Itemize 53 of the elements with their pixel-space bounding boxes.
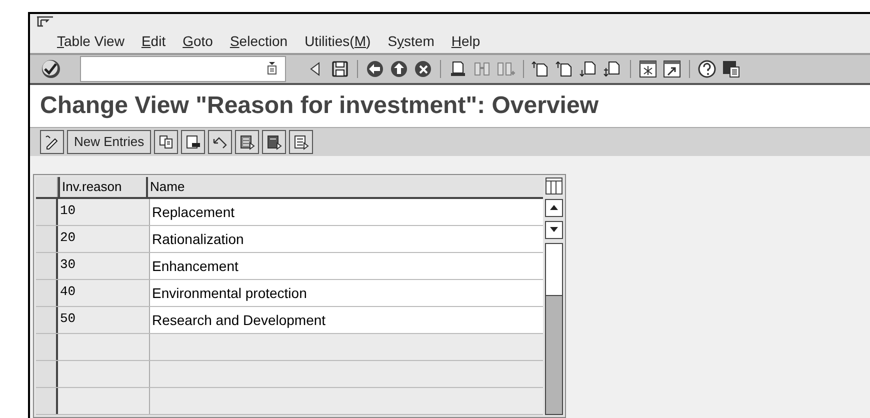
new-entries-button[interactable]: New Entries	[67, 130, 152, 154]
column-header[interactable]: Inv.reason	[58, 176, 148, 197]
row-selector[interactable]	[36, 198, 58, 225]
table-corner	[36, 176, 58, 197]
dropdown-icon[interactable]	[267, 62, 277, 76]
table-cell: 50	[58, 306, 150, 333]
up-triangle-icon	[550, 205, 558, 210]
shortcut-icon[interactable]	[662, 58, 682, 79]
copy-icon[interactable]	[154, 130, 178, 154]
select-all-icon[interactable]	[235, 130, 260, 154]
menu-item[interactable]: Edit	[141, 32, 166, 50]
menu-item[interactable]: System	[388, 32, 434, 50]
row-selector[interactable]	[36, 226, 58, 252]
menu-item[interactable]: Selection	[230, 32, 288, 50]
delete-icon[interactable]	[181, 130, 206, 154]
row-selector[interactable]	[36, 388, 58, 414]
menu-item[interactable]: Utilities(M)	[304, 32, 371, 50]
column-settings-icon[interactable]	[545, 176, 563, 195]
menu-item[interactable]: Table View	[57, 32, 124, 50]
scroll-up-button[interactable]	[545, 198, 563, 217]
menu-item[interactable]: Goto	[182, 32, 213, 50]
command-field[interactable]	[80, 56, 286, 82]
scrollbar-track[interactable]	[545, 242, 563, 415]
table-cell: Enhancement	[150, 252, 543, 279]
scroll-down-button[interactable]	[545, 220, 563, 239]
row-selector[interactable]	[36, 280, 58, 306]
table-cell: 30	[58, 252, 150, 279]
print-icon[interactable]	[448, 58, 468, 79]
undo-icon[interactable]	[208, 130, 232, 154]
table-cell: 10	[58, 198, 150, 225]
row-selector[interactable]	[36, 252, 58, 279]
menu-item[interactable]: Help	[451, 32, 480, 50]
edit-pencil-icon[interactable]	[40, 130, 64, 154]
table-cell: Environmental protection	[150, 280, 543, 306]
table-cell: Rationalization	[150, 226, 543, 252]
deselect-all-icon[interactable]	[289, 130, 314, 154]
table-cell: Research and Development	[150, 306, 543, 333]
table-cell: 20	[58, 226, 150, 252]
table-cell: 40	[58, 280, 150, 306]
down-triangle-icon	[550, 227, 558, 232]
new-session-icon[interactable]	[638, 58, 658, 79]
row-selector[interactable]	[36, 334, 58, 360]
select-block-icon[interactable]	[262, 130, 286, 154]
cancel-icon[interactable]	[413, 58, 433, 79]
save-icon[interactable]	[330, 58, 350, 79]
layout-icon[interactable]	[721, 58, 741, 79]
table-cell: Replacement	[150, 198, 543, 225]
row-selector[interactable]	[36, 306, 58, 333]
scrollbar-thumb[interactable]	[546, 294, 562, 414]
help-icon[interactable]	[697, 58, 717, 79]
checkmark-icon[interactable]	[40, 58, 62, 80]
row-selector[interactable]	[36, 360, 58, 387]
page-title: Change View "Reason for investment": Overview	[40, 90, 598, 121]
